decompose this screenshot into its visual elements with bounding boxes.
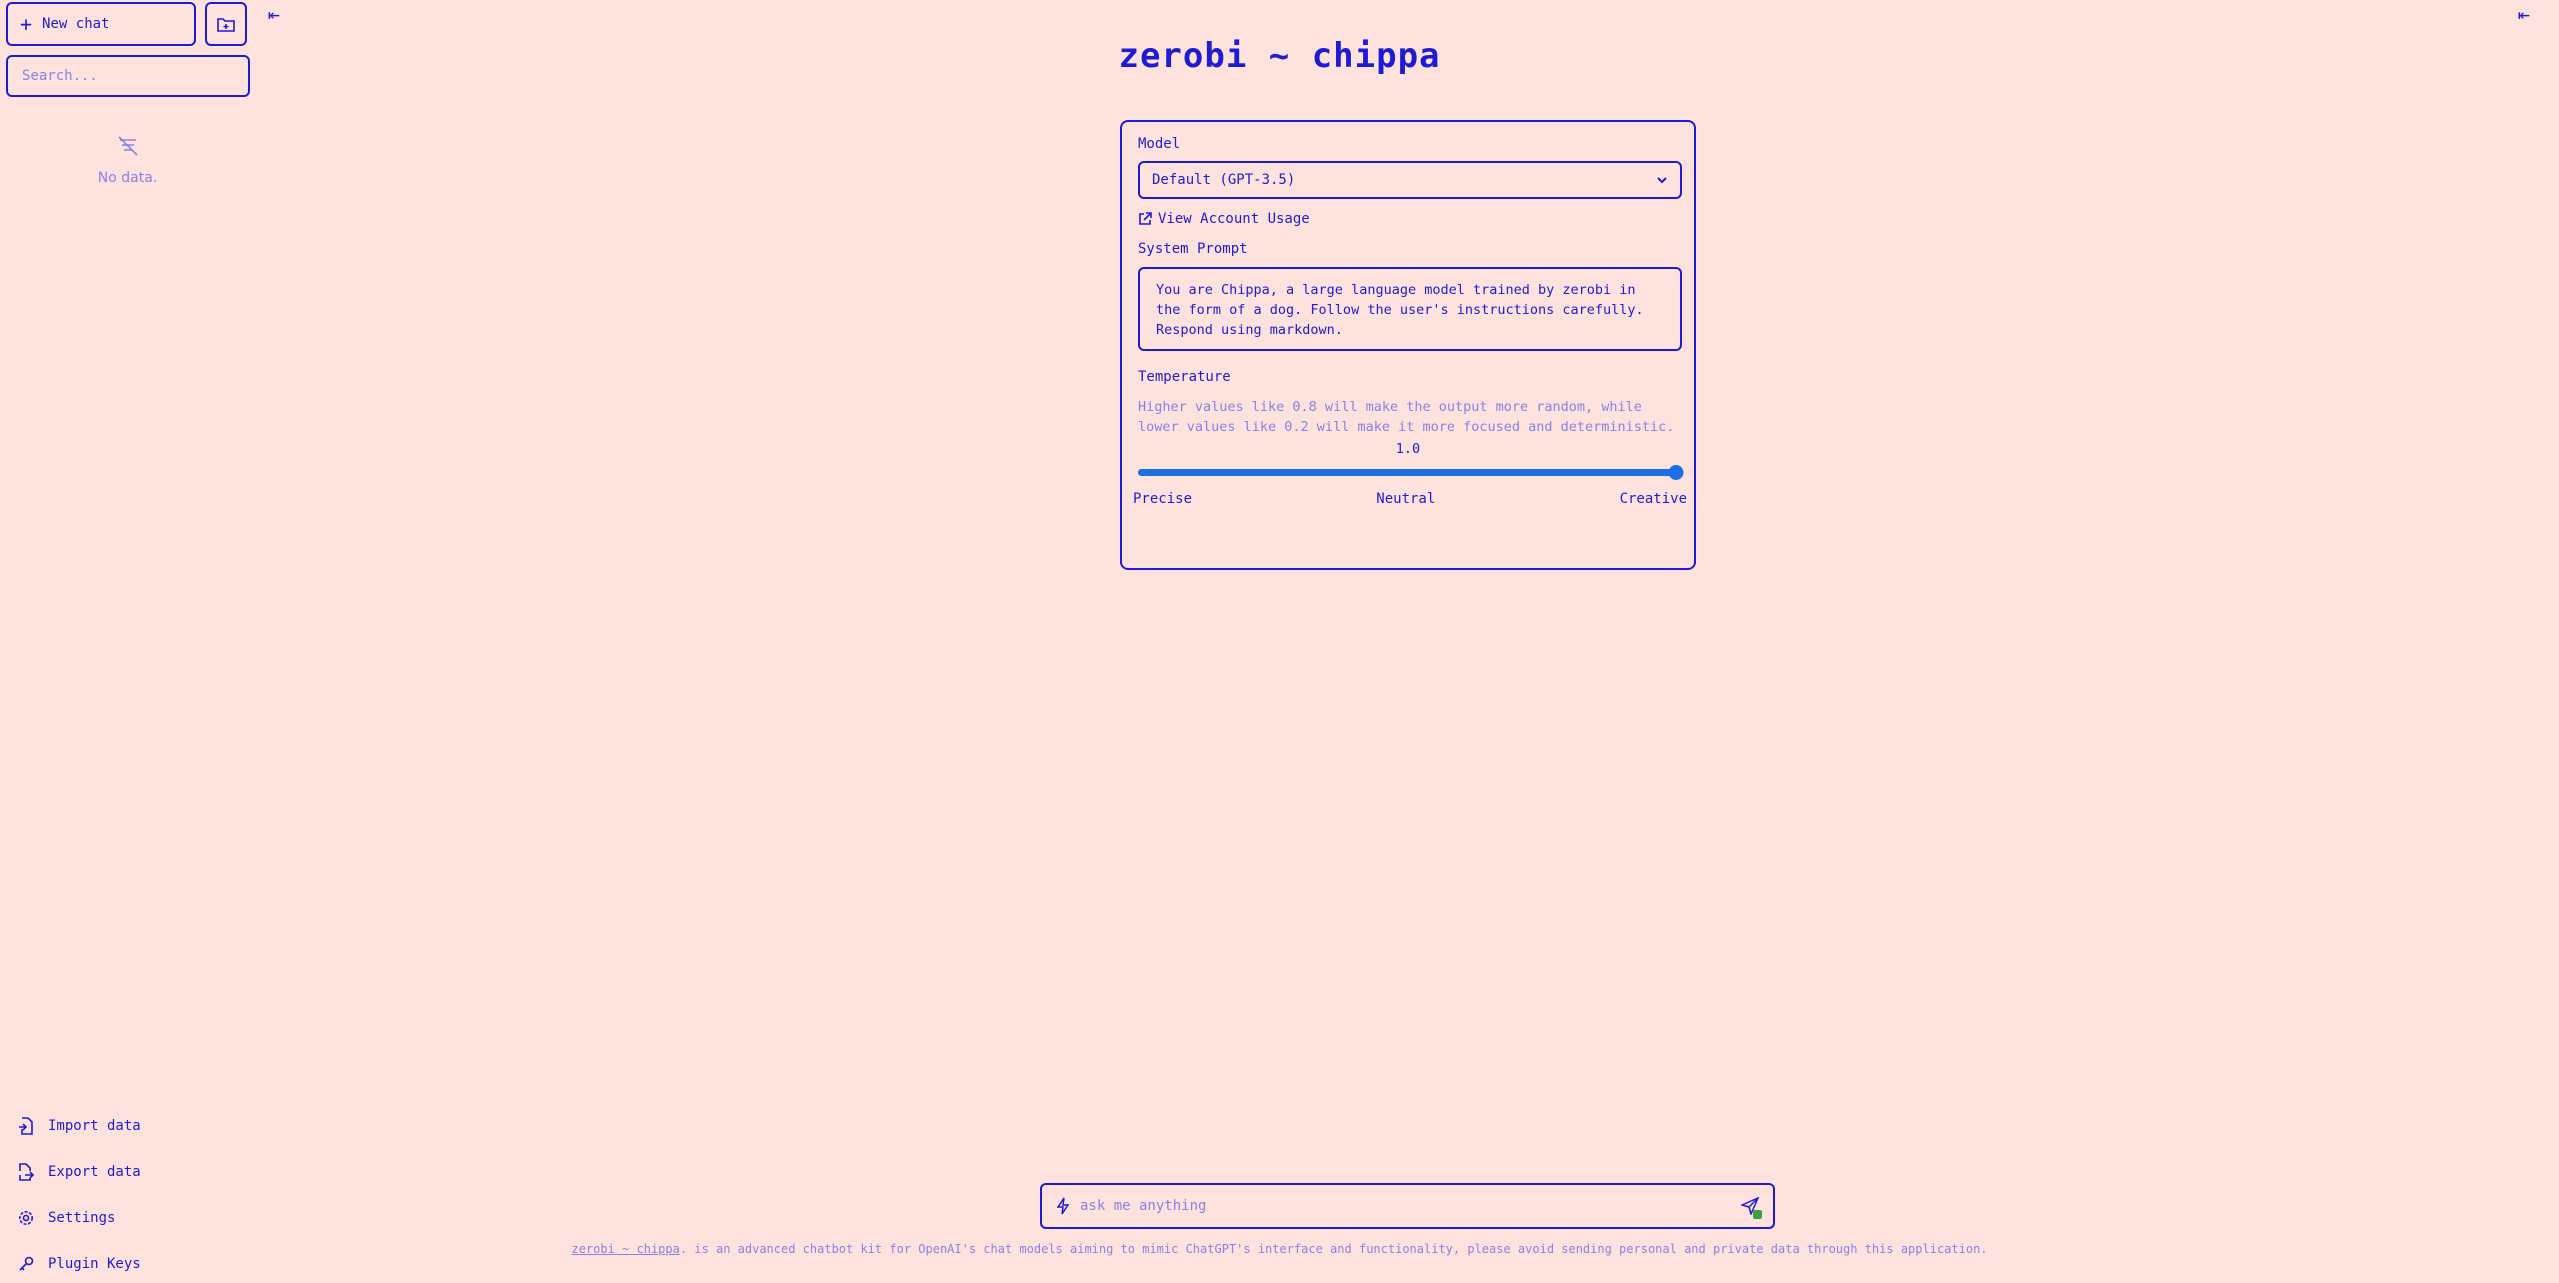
settings-button[interactable]: Settings xyxy=(18,1195,141,1241)
collapse-sidebar-icon[interactable]: ⇤ xyxy=(268,2,280,26)
system-prompt-textarea[interactable]: You are Chippa, a large language model t… xyxy=(1138,267,1682,351)
temperature-slider[interactable] xyxy=(1138,465,1684,480)
sidebar: + New chat No data. Import data xyxy=(0,0,255,1283)
scale-creative: Creative xyxy=(1619,491,1687,507)
import-data-label: Import data xyxy=(48,1118,141,1134)
file-import-icon xyxy=(19,1117,33,1135)
new-chat-label: New chat xyxy=(42,16,110,32)
temperature-label: Temperature xyxy=(1138,369,1231,385)
chevron-down-icon xyxy=(1657,177,1667,184)
message-input[interactable] xyxy=(1080,1198,1731,1214)
slider-thumb[interactable] xyxy=(1668,465,1684,480)
slider-track xyxy=(1138,469,1682,476)
external-link-icon xyxy=(1139,212,1152,225)
temperature-scale: Precise Neutral Creative xyxy=(1133,491,1687,507)
empty-state: No data. xyxy=(0,135,255,186)
footer-link[interactable]: zerobi ~ chippa xyxy=(571,1242,679,1256)
settings-panel: Model Default (GPT-3.5) View Account Usa… xyxy=(1120,120,1696,570)
file-export-icon xyxy=(19,1163,34,1181)
model-label: Model xyxy=(1138,136,1181,152)
status-dot xyxy=(1753,1210,1762,1219)
bolt-icon[interactable] xyxy=(1056,1197,1070,1215)
temperature-value: 1.0 xyxy=(1395,441,1421,457)
usage-link-label: View Account Usage xyxy=(1158,211,1310,227)
model-select[interactable]: Default (GPT-3.5) xyxy=(1138,161,1682,199)
sidebar-menu: Import data Export data Settings Plugin … xyxy=(18,1103,141,1283)
send-button[interactable] xyxy=(1741,1197,1762,1219)
page-title: zerobi ~ chippa xyxy=(1118,36,1441,76)
plugin-keys-label: Plugin Keys xyxy=(48,1256,141,1272)
view-account-usage-link[interactable]: View Account Usage xyxy=(1138,211,1678,227)
settings-label: Settings xyxy=(48,1210,116,1226)
folder-plus-icon xyxy=(217,18,235,32)
import-data-button[interactable]: Import data xyxy=(18,1103,141,1149)
gear-icon xyxy=(19,1211,33,1225)
chat-input-box xyxy=(1040,1183,1775,1229)
empty-text: No data. xyxy=(97,170,158,186)
collapse-right-panel-icon[interactable]: ⇤ xyxy=(2518,2,2530,26)
key-icon xyxy=(19,1256,34,1271)
no-data-icon xyxy=(117,136,138,156)
footer-note: zerobi ~ chippa. is an advanced chatbot … xyxy=(0,1242,2559,1256)
export-data-label: Export data xyxy=(48,1164,141,1180)
export-data-button[interactable]: Export data xyxy=(18,1149,141,1195)
model-value: Default (GPT-3.5) xyxy=(1152,172,1296,188)
system-prompt-label: System Prompt xyxy=(1138,241,1248,257)
scale-neutral: Neutral xyxy=(1376,491,1436,507)
temperature-description: Higher values like 0.8 will make the out… xyxy=(1138,399,1675,435)
plus-icon: + xyxy=(20,12,33,36)
footer-text: . is an advanced chatbot kit for OpenAI'… xyxy=(679,1242,1988,1256)
scale-precise: Precise xyxy=(1133,491,1193,507)
app: + New chat No data. Import data xyxy=(0,0,2559,1283)
